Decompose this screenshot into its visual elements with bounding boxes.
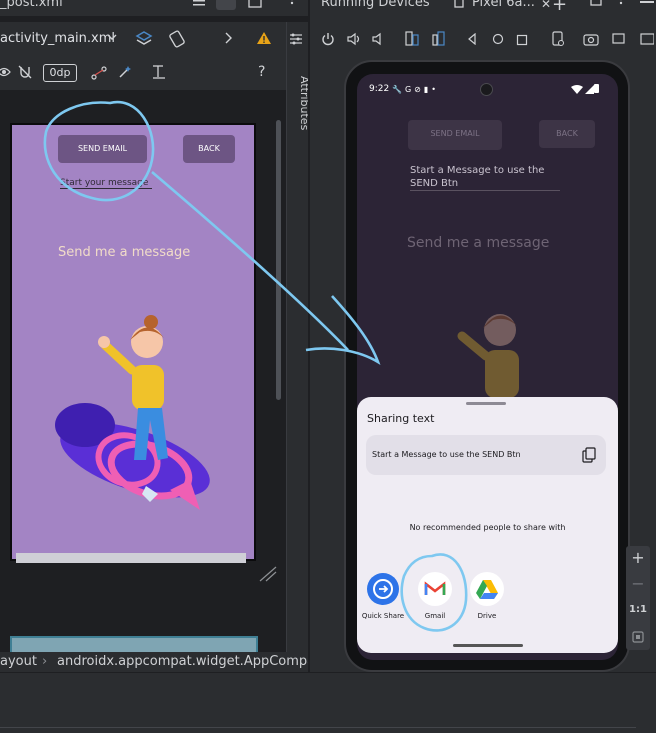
annotation-overlay <box>0 0 656 732</box>
